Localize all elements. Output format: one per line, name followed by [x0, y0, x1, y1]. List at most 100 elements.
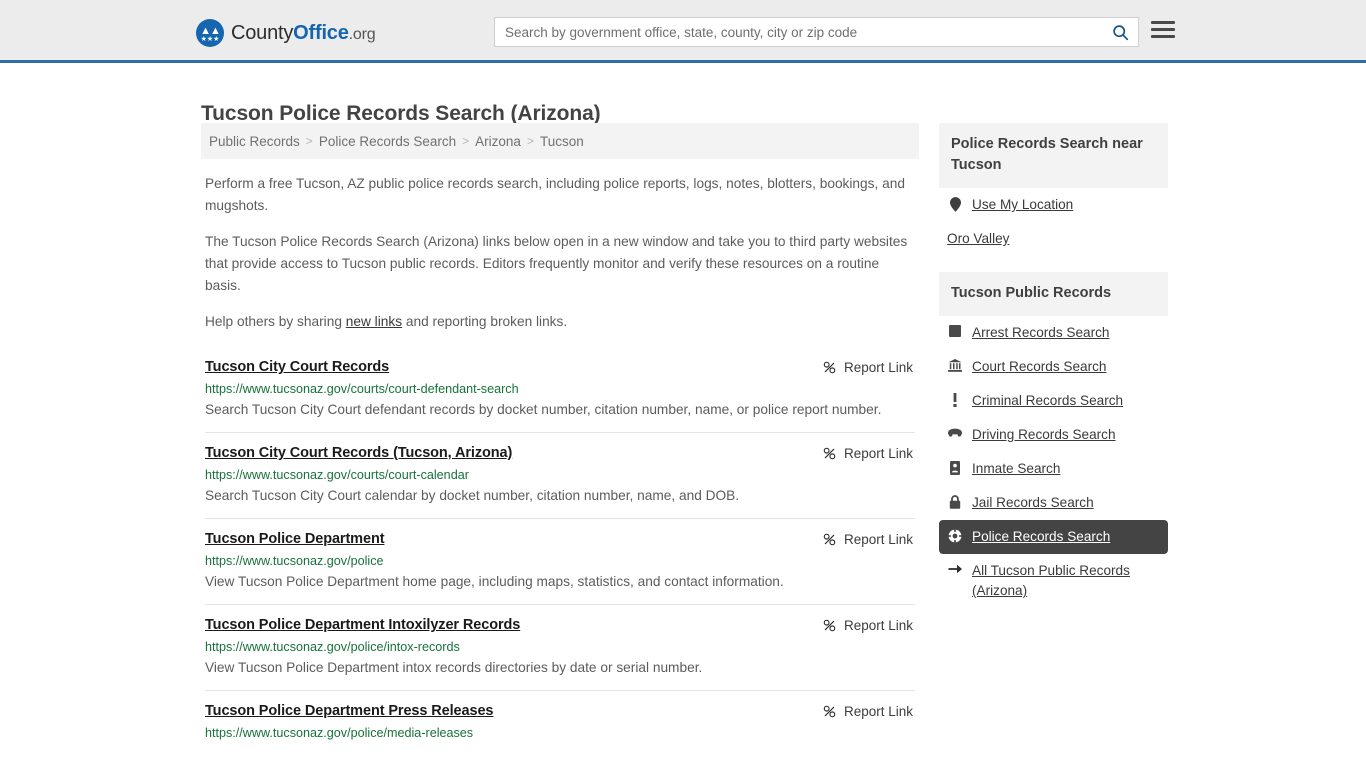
- search-icon: [1112, 24, 1128, 40]
- breadcrumb: Public Records > Police Records Search >…: [201, 123, 919, 159]
- result-description: Search Tucson City Court defendant recor…: [205, 402, 882, 417]
- results-list: Tucson City Court Records Report Link ht…: [201, 355, 919, 751]
- exclamation-icon: [947, 393, 963, 407]
- search-bar[interactable]: [494, 17, 1139, 47]
- sidebar-item-use-my-location[interactable]: Use My Location: [939, 188, 1168, 222]
- sidebar-item-label: Criminal Records Search: [972, 393, 1124, 408]
- report-link-label: Report Link: [843, 704, 913, 719]
- result-item: Tucson Police Department Report Link htt…: [205, 518, 915, 604]
- result-title-link[interactable]: Tucson Police Department Intoxilyzer Rec…: [205, 617, 520, 633]
- site-logo[interactable]: ▲▲ ★★★ CountyOffice.org: [196, 19, 376, 47]
- hamburger-bar: [1151, 21, 1175, 24]
- result-url: https://www.tucsonaz.gov/police/intox-re…: [205, 640, 460, 654]
- county-office-emblem-icon: ▲▲ ★★★: [196, 19, 224, 47]
- result-url: https://www.tucsonaz.gov/courts/court-de…: [205, 382, 519, 396]
- sidebar: Police Records Search near Tucson Use My…: [939, 123, 1168, 624]
- report-link-button[interactable]: Report Link: [822, 532, 915, 547]
- sidebar-nearby-header: Police Records Search near Tucson: [939, 123, 1168, 188]
- sidebar-nearby-place-label: Oro Valley: [947, 231, 1010, 246]
- result-description: View Tucson Police Department intox reco…: [205, 660, 703, 675]
- broken-link-icon: [823, 447, 836, 460]
- result-header: Tucson Police Department Press Releases …: [205, 703, 915, 719]
- result-header: Tucson Police Department Intoxilyzer Rec…: [205, 617, 915, 633]
- result-url: https://www.tucsonaz.gov/police: [205, 554, 384, 568]
- sidebar-public-records-box: Tucson Public Records Arrest Records Sea…: [939, 272, 1168, 608]
- breadcrumb-item-tucson[interactable]: Tucson: [540, 134, 584, 149]
- sidebar-item-jail-records-search[interactable]: Jail Records Search: [939, 486, 1168, 520]
- sidebar-nearby-list: Use My Location Oro Valley: [939, 188, 1168, 256]
- car-icon: [947, 427, 963, 437]
- sidebar-use-my-location-label: Use My Location: [972, 197, 1074, 212]
- result-title-link[interactable]: Tucson City Court Records (Tucson, Arizo…: [205, 445, 512, 461]
- intro-text: Perform a free Tucson, AZ public police …: [201, 173, 919, 333]
- search-input[interactable]: [495, 18, 1102, 46]
- sidebar-item-court-records-search[interactable]: Court Records Search: [939, 350, 1168, 384]
- sidebar-item-label: Driving Records Search: [972, 427, 1116, 442]
- intro-paragraph-3: Help others by sharing new links and rep…: [205, 311, 915, 333]
- site-header: ▲▲ ★★★ CountyOffice.org: [0, 0, 1366, 63]
- intro-p3-before: Help others by sharing: [205, 314, 346, 329]
- sidebar-item-inmate-search[interactable]: Inmate Search: [939, 452, 1168, 486]
- report-link-button[interactable]: Report Link: [822, 360, 915, 375]
- map-pin-icon: [947, 197, 963, 212]
- sidebar-item-label: Police Records Search: [972, 529, 1111, 544]
- report-link-label: Report Link: [843, 360, 913, 375]
- result-item: Tucson City Court Records (Tucson, Arizo…: [205, 432, 915, 518]
- report-link-label: Report Link: [843, 446, 913, 461]
- sidebar-item-all-tucson-public-records[interactable]: All Tucson Public Records (Arizona): [939, 554, 1168, 608]
- sidebar-item-arrest-records-search[interactable]: Arrest Records Search: [939, 316, 1168, 350]
- result-title-link[interactable]: Tucson Police Department Press Releases: [205, 703, 493, 719]
- result-header: Tucson Police Department Report Link: [205, 531, 915, 547]
- search-button[interactable]: [1102, 18, 1138, 46]
- courthouse-icon: [947, 359, 963, 372]
- report-link-button[interactable]: Report Link: [822, 446, 915, 461]
- sidebar-item-label: All Tucson Public Records (Arizona): [972, 563, 1130, 598]
- sidebar-item-criminal-records-search[interactable]: Criminal Records Search: [939, 384, 1168, 418]
- logo-text-county: County: [231, 21, 294, 44]
- sidebar-item-label: Inmate Search: [972, 461, 1061, 476]
- new-links-link[interactable]: new links: [346, 314, 402, 329]
- result-item: Tucson City Court Records Report Link ht…: [205, 355, 915, 432]
- broken-link-icon: [823, 361, 836, 374]
- fingerprint-icon: [947, 325, 963, 337]
- intro-paragraph-1: Perform a free Tucson, AZ public police …: [205, 176, 905, 213]
- result-description: View Tucson Police Department home page,…: [205, 574, 784, 589]
- police-badge-icon: [947, 529, 963, 543]
- breadcrumb-item-public-records[interactable]: Public Records: [209, 134, 300, 149]
- result-title-link[interactable]: Tucson City Court Records: [205, 359, 389, 375]
- sidebar-nearby-box: Police Records Search near Tucson Use My…: [939, 123, 1168, 256]
- hamburger-menu-icon[interactable]: [1151, 21, 1175, 38]
- logo-text-org: .org: [348, 25, 376, 43]
- sidebar-item-driving-records-search[interactable]: Driving Records Search: [939, 418, 1168, 452]
- sidebar-item-label: Arrest Records Search: [972, 325, 1110, 340]
- breadcrumb-separator: >: [305, 134, 313, 148]
- sidebar-item-police-records-search[interactable]: Police Records Search: [939, 520, 1168, 554]
- lock-icon: [947, 495, 963, 509]
- result-url: https://www.tucsonaz.gov/courts/court-ca…: [205, 468, 469, 482]
- sidebar-item-label: Court Records Search: [972, 359, 1107, 374]
- broken-link-icon: [823, 533, 836, 546]
- sidebar-public-records-list: Arrest Records Search Court Records Sear…: [939, 316, 1168, 608]
- report-link-button[interactable]: Report Link: [822, 704, 915, 719]
- arrow-right-icon: [947, 563, 963, 575]
- sidebar-item-oro-valley[interactable]: Oro Valley: [939, 222, 1168, 256]
- result-url: https://www.tucsonaz.gov/police/media-re…: [205, 726, 474, 740]
- report-link-button[interactable]: Report Link: [822, 618, 915, 633]
- breadcrumb-item-arizona[interactable]: Arizona: [475, 134, 521, 149]
- result-header: Tucson City Court Records Report Link: [205, 359, 915, 375]
- result-description: Search Tucson City Court calendar by doc…: [205, 488, 740, 503]
- result-item: Tucson Police Department Intoxilyzer Rec…: [205, 604, 915, 690]
- breadcrumb-item-police-records-search[interactable]: Police Records Search: [319, 134, 456, 149]
- id-badge-icon: [947, 461, 963, 475]
- hamburger-bar: [1151, 28, 1175, 31]
- report-link-label: Report Link: [843, 532, 913, 547]
- result-title-link[interactable]: Tucson Police Department: [205, 531, 385, 547]
- hamburger-bar: [1151, 35, 1175, 38]
- main-content: Public Records > Police Records Search >…: [201, 123, 919, 751]
- sidebar-item-label: Jail Records Search: [972, 495, 1094, 510]
- stars-icon: ★★★: [200, 36, 220, 43]
- logo-text: CountyOffice.org: [231, 21, 376, 45]
- report-link-label: Report Link: [843, 618, 913, 633]
- result-header: Tucson City Court Records (Tucson, Arizo…: [205, 445, 915, 461]
- breadcrumb-separator: >: [462, 134, 470, 148]
